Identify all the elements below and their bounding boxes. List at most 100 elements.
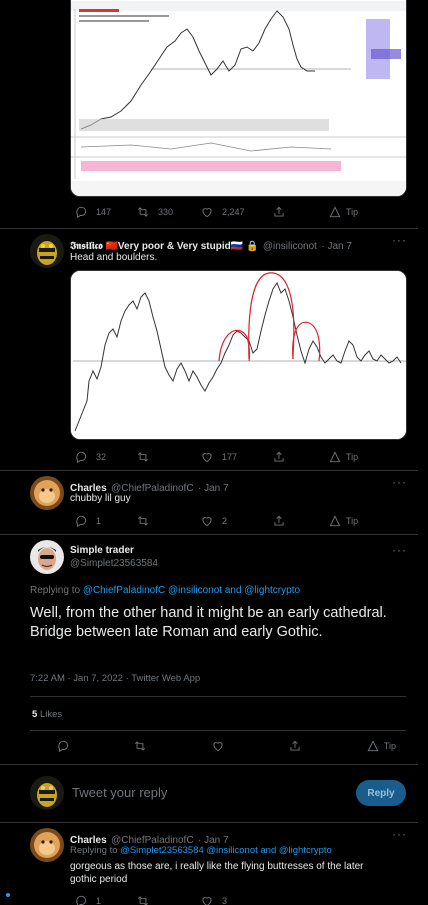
avatar[interactable] bbox=[30, 540, 64, 574]
retweet-action[interactable]: 330 bbox=[136, 205, 200, 219]
like-count: 2,247 bbox=[222, 207, 245, 217]
display-name[interactable]: Simple trader bbox=[70, 545, 134, 556]
tip-action[interactable]: Tip bbox=[328, 205, 358, 219]
like-action[interactable]: 2,247 bbox=[200, 205, 272, 219]
reply-action[interactable]: 1 bbox=[74, 514, 136, 528]
tweet-action-bar: 1 2 Tip bbox=[74, 514, 404, 528]
avatar-image bbox=[30, 828, 64, 862]
heart-icon bbox=[202, 517, 212, 527]
tip-icon bbox=[329, 451, 341, 463]
scrollbar[interactable] bbox=[418, 0, 428, 905]
tip-icon bbox=[329, 515, 341, 527]
divider bbox=[30, 696, 406, 697]
share-icon bbox=[274, 451, 284, 462]
like-action[interactable]: 177 bbox=[200, 450, 272, 464]
retweet-icon bbox=[138, 896, 148, 905]
share-icon bbox=[274, 206, 284, 217]
handle[interactable]: @Simplet23563584 bbox=[70, 558, 158, 569]
share-action[interactable] bbox=[272, 450, 328, 464]
tweet-action-bar: 1 3 bbox=[74, 894, 404, 905]
more-options-icon[interactable]: ··· bbox=[392, 475, 407, 489]
retweet-count: 330 bbox=[158, 207, 174, 217]
tweet-text: chubby lil guy bbox=[70, 493, 131, 504]
heart-icon bbox=[213, 742, 223, 752]
tip-action[interactable]: Tip bbox=[366, 739, 396, 753]
display-name[interactable]: 𝕴𝖓𝖘𝖎𝖑𝖎𝖈𝖔 🇨🇳Very poor & Very stupid🇷🇺 🔒 bbox=[70, 241, 258, 252]
reply-icon bbox=[76, 895, 87, 905]
divider bbox=[0, 822, 418, 823]
tweet-text: Head and boulders. bbox=[70, 252, 158, 263]
share-action[interactable] bbox=[272, 205, 328, 219]
replying-prefix: Replying to bbox=[30, 585, 83, 596]
avatar-image bbox=[30, 476, 64, 510]
reply-action[interactable]: 147 bbox=[74, 205, 136, 219]
heart-icon bbox=[202, 453, 212, 463]
reply-count: 1 bbox=[96, 896, 102, 905]
top-chart-image[interactable] bbox=[70, 0, 407, 197]
avatar-image bbox=[30, 776, 64, 810]
notification-dot-icon bbox=[6, 893, 10, 897]
tip-action[interactable]: Tip bbox=[328, 450, 358, 464]
main-action-bar: Tip bbox=[56, 739, 396, 753]
tip-label: Tip bbox=[346, 516, 359, 526]
replying-to-line: Replying to @ChiefPaladinofC @insilicono… bbox=[30, 585, 300, 596]
likes-count: 5 bbox=[32, 709, 38, 720]
divider bbox=[0, 228, 418, 229]
handle[interactable]: @insiliconot bbox=[263, 241, 317, 252]
likes-summary[interactable]: 5 Likes bbox=[32, 709, 62, 720]
date[interactable]: · Jan 7 bbox=[198, 483, 229, 494]
reply-action[interactable]: 1 bbox=[74, 894, 136, 905]
divider bbox=[0, 534, 418, 535]
tip-label: Tip bbox=[383, 741, 396, 751]
replying-to-users[interactable]: @Simplet23563584 @insiliconot and @light… bbox=[120, 845, 332, 856]
more-options-icon[interactable]: ··· bbox=[392, 233, 407, 247]
retweet-action[interactable] bbox=[136, 450, 200, 464]
retweet-action[interactable] bbox=[133, 739, 147, 753]
replying-to-users[interactable]: @ChiefPaladinofC @insiliconot and @light… bbox=[83, 585, 300, 596]
like-action[interactable] bbox=[211, 739, 225, 753]
tweet-timestamp[interactable]: 7:22 AM · Jan 7, 2022 · Twitter Web App bbox=[30, 673, 200, 684]
replying-to-line: Replying to @Simplet23563584 @insilicono… bbox=[70, 845, 332, 856]
share-action[interactable] bbox=[272, 514, 328, 528]
retweet-icon bbox=[138, 452, 148, 462]
reply-input[interactable]: Tweet your reply bbox=[72, 785, 167, 800]
compose-avatar[interactable] bbox=[30, 776, 64, 810]
main-tweet-text: Well, from the other hand it might be an… bbox=[30, 605, 387, 640]
avatar-image bbox=[30, 234, 64, 268]
avatar[interactable] bbox=[30, 828, 64, 862]
avatar[interactable] bbox=[30, 234, 64, 268]
retweet-action[interactable] bbox=[136, 514, 200, 528]
reply-count: 1 bbox=[96, 516, 102, 526]
reply-icon bbox=[76, 515, 87, 528]
date[interactable]: · Jan 7 bbox=[321, 241, 352, 252]
tip-action[interactable]: Tip bbox=[328, 514, 358, 528]
tip-icon bbox=[367, 740, 379, 752]
top-action-bar: 147 330 2,247 Tip bbox=[74, 205, 404, 219]
reply-action[interactable] bbox=[56, 739, 70, 753]
tweet-text: gorgeous as those are, i really like the… bbox=[70, 861, 364, 885]
replying-prefix: Replying to bbox=[70, 845, 121, 856]
more-options-icon[interactable]: ··· bbox=[392, 543, 407, 557]
avatar-image bbox=[30, 540, 64, 574]
reply-icon bbox=[76, 451, 87, 464]
like-action[interactable]: 3 bbox=[200, 894, 272, 905]
tweet-chart-image[interactable] bbox=[70, 270, 407, 440]
retweet-icon bbox=[138, 207, 148, 217]
reply-count: 32 bbox=[96, 452, 107, 462]
share-action[interactable] bbox=[288, 739, 302, 753]
top-chart-graphic bbox=[71, 0, 406, 196]
reply-action[interactable]: 32 bbox=[74, 450, 136, 464]
retweet-action[interactable] bbox=[136, 894, 200, 905]
more-options-icon[interactable]: ··· bbox=[392, 827, 407, 841]
tip-label: Tip bbox=[346, 207, 359, 217]
reply-count: 147 bbox=[96, 207, 112, 217]
divider bbox=[0, 764, 418, 765]
reply-button[interactable]: Reply bbox=[356, 780, 406, 806]
retweet-icon bbox=[135, 741, 146, 751]
avatar[interactable] bbox=[30, 476, 64, 510]
tweet-action-bar: 32 177 Tip bbox=[74, 450, 404, 464]
like-action[interactable]: 2 bbox=[200, 514, 272, 528]
reply-icon bbox=[76, 206, 87, 219]
retweet-icon bbox=[138, 516, 148, 526]
divider bbox=[0, 470, 418, 471]
